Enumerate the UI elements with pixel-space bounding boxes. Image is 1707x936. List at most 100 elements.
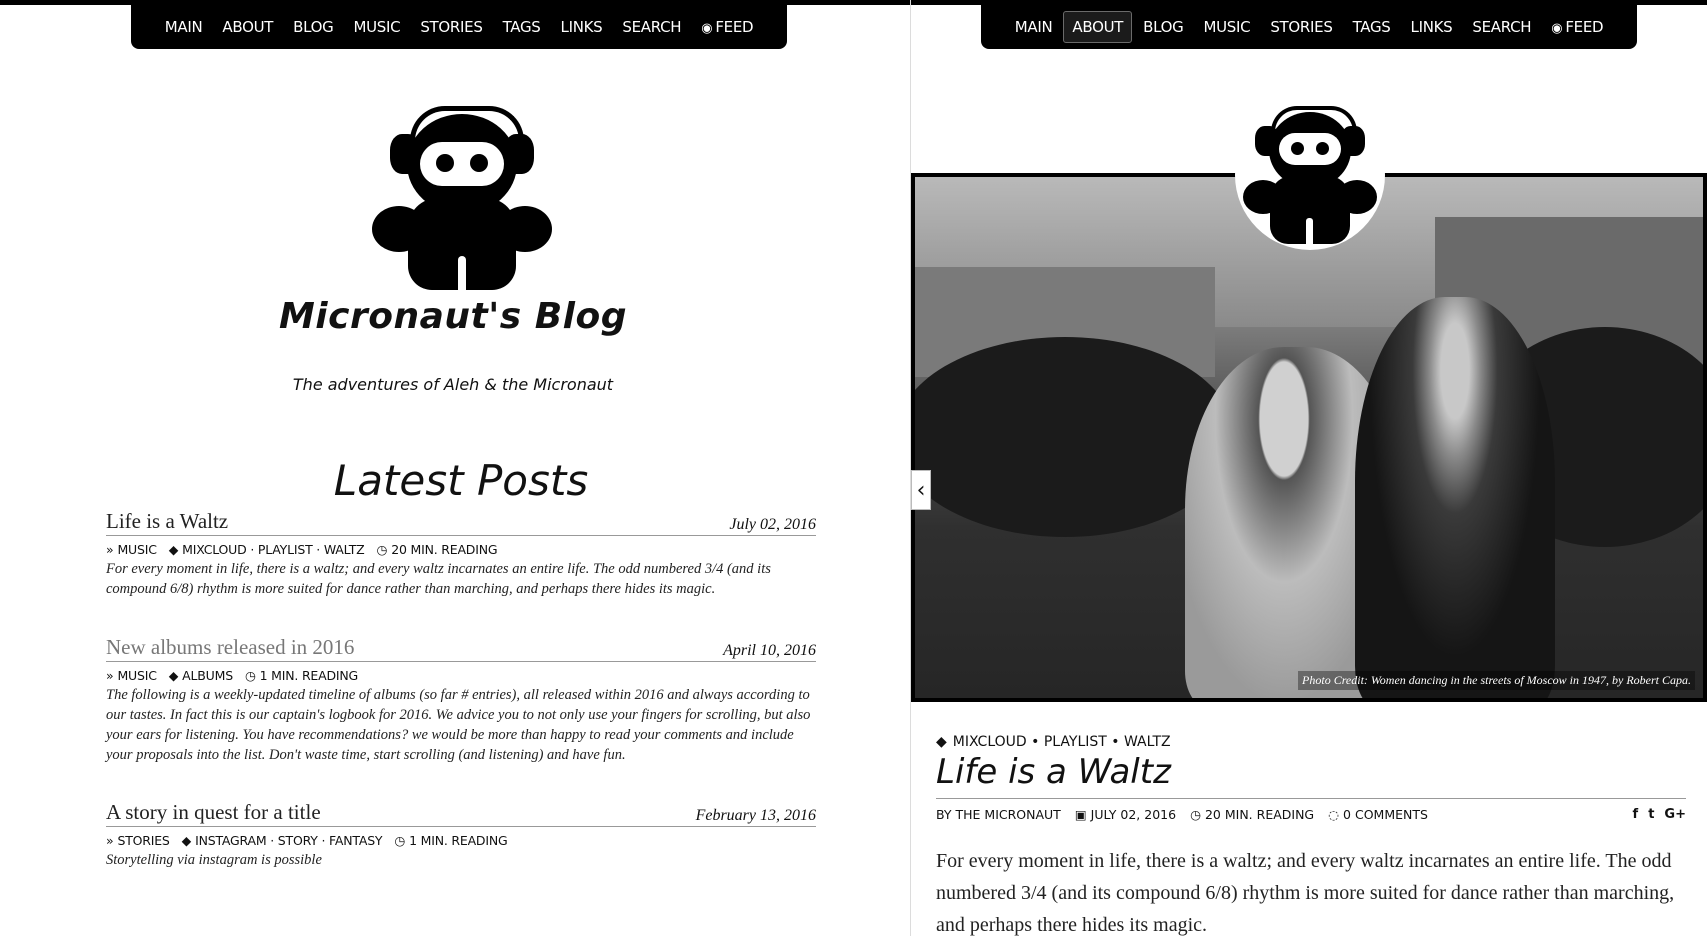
nav-about[interactable]: ABOUT (213, 11, 282, 43)
mascot-eye-right (1316, 142, 1329, 155)
post-title[interactable]: A story in quest for a title (106, 800, 321, 825)
article-tags-label: MIXCLOUD • PLAYLIST • WALTZ (952, 734, 1171, 750)
slider-prev-button[interactable]: ‹ (911, 470, 931, 510)
post-tags[interactable]: ◆ INSTAGRAM · STORY · FANTASY (182, 833, 383, 848)
rss-icon: ◉ (701, 21, 713, 36)
mascot-face (1279, 133, 1341, 165)
tags-icon: ◆ (936, 734, 947, 750)
article-reading-label: 20 MIN. READING (1204, 807, 1315, 822)
post-category-label: MUSIC (117, 668, 157, 683)
article-comments-label: 0 COMMENTS (1343, 807, 1428, 822)
article-title: Life is a Waltz (936, 752, 1171, 792)
main-nav-left: MAIN ABOUT BLOG MUSIC STORIES TAGS LINKS… (131, 5, 787, 49)
mascot-leg-gap (1306, 218, 1313, 244)
clock-icon: ◷ (376, 542, 388, 557)
nav-main[interactable]: MAIN (1006, 11, 1062, 43)
nav-feed-label: FEED (1565, 18, 1604, 36)
nav-links[interactable]: LINKS (1402, 11, 1462, 43)
post-category[interactable]: » STORIES (106, 833, 170, 848)
post-reading-label: 1 MIN. READING (409, 833, 508, 848)
mascot-arm-left (372, 206, 426, 252)
article-comments[interactable]: ◌ 0 COMMENTS (1328, 807, 1428, 822)
blog-title[interactable]: Micronaut's Blog (30, 296, 876, 337)
facebook-share-icon[interactable]: f (1633, 807, 1639, 822)
mascot-arm-left (1243, 180, 1283, 214)
tags-icon: ◆ (181, 833, 192, 848)
mascot-eye-right (470, 154, 488, 172)
post-excerpt: The following is a weekly-updated timeli… (106, 687, 811, 763)
article-date: ▣ JULY 02, 2016 (1075, 807, 1176, 822)
post-tags-label: MIXCLOUD · PLAYLIST · WALTZ (182, 542, 365, 557)
calendar-icon: ▣ (1074, 807, 1087, 822)
double-chevron-right-icon: » (106, 668, 114, 683)
nav-feed[interactable]: ◉ FEED (1542, 11, 1612, 43)
post-reading-label: 1 MIN. READING (259, 668, 359, 683)
twitter-share-icon[interactable]: t (1648, 807, 1654, 822)
nav-search[interactable]: SEARCH (613, 11, 690, 43)
photo-caption: Photo Credit: Women dancing in the stree… (1298, 671, 1695, 690)
clock-icon: ◷ (1190, 807, 1201, 822)
nav-blog[interactable]: BLOG (284, 11, 342, 43)
post-category[interactable]: » MUSIC (106, 668, 157, 683)
post-item: Life is a Waltz July 02, 2016 » MUSIC ◆ MI… (106, 509, 816, 599)
post-item: A story in quest for a title February 13… (106, 800, 816, 870)
hero-photo: Photo Credit: Women dancing in the stree… (911, 173, 1707, 702)
nav-blog[interactable]: BLOG (1134, 11, 1192, 43)
mascot-arm-right (498, 206, 552, 252)
comments-icon: ◌ (1328, 807, 1340, 822)
main-nav-right: MAIN ABOUT BLOG MUSIC STORIES TAGS LINKS… (981, 5, 1637, 49)
post-date: April 10, 2016 (723, 642, 816, 659)
tags-icon: ◆ (168, 542, 179, 557)
clock-icon: ◷ (394, 833, 406, 848)
nav-links[interactable]: LINKS (552, 11, 612, 43)
article-author[interactable]: BY THE MICRONAUT (936, 807, 1061, 822)
post-excerpt: Storytelling via instagram is possible (106, 852, 322, 868)
nav-tags[interactable]: TAGS (1344, 11, 1400, 43)
photo-dancer-right (1355, 297, 1555, 698)
post-title[interactable]: New albums released in 2016 (106, 635, 354, 660)
article-reading-time: ◷ 20 MIN. READING (1190, 807, 1314, 822)
article-tags[interactable]: ◆ MIXCLOUD • PLAYLIST • WALTZ (936, 734, 1171, 750)
nav-stories[interactable]: STORIES (1261, 11, 1341, 43)
nav-tags[interactable]: TAGS (494, 11, 550, 43)
nav-music[interactable]: MUSIC (344, 11, 409, 43)
article-pane: MAIN ABOUT BLOG MUSIC STORIES TAGS LINKS… (911, 0, 1707, 936)
chevron-left-icon: ‹ (916, 477, 926, 503)
mascot-leg-gap (458, 256, 466, 291)
post-reading-label: 20 MIN. READING (391, 542, 498, 557)
nav-music[interactable]: MUSIC (1194, 11, 1259, 43)
mascot-face (420, 142, 504, 186)
blog-tagline: The adventures of Aleh & the Micronaut (292, 375, 614, 394)
post-tags-label: INSTAGRAM · STORY · FANTASY (195, 833, 383, 848)
googleplus-share-icon[interactable]: G+ (1664, 807, 1686, 822)
article-meta: BY THE MICRONAUT ▣ JULY 02, 2016 ◷ 20 MIN.… (936, 798, 1686, 822)
nav-feed-label: FEED (715, 18, 754, 36)
post-reading-time: ◷ 1 MIN. READING (394, 833, 507, 848)
post-date: February 13, 2016 (695, 807, 816, 824)
post-category-label: STORIES (117, 833, 170, 848)
post-tags[interactable]: ◆ MIXCLOUD · PLAYLIST · WALTZ (169, 542, 365, 557)
nav-main[interactable]: MAIN (156, 11, 212, 43)
mascot-eye-left (436, 154, 454, 172)
post-tags-label: ALBUMS (182, 668, 233, 683)
latest-posts-heading: Latest Posts (333, 456, 589, 505)
nav-feed[interactable]: ◉ FEED (692, 11, 762, 43)
post-excerpt: For every moment in life, there is a wal… (106, 561, 771, 597)
micronaut-logo[interactable] (1243, 106, 1377, 244)
article-body: For every moment in life, there is a wal… (936, 850, 1675, 936)
mascot-arm-right (1337, 180, 1377, 214)
tags-icon: ◆ (168, 668, 179, 683)
nav-search[interactable]: SEARCH (1463, 11, 1540, 43)
post-category[interactable]: » MUSIC (106, 542, 157, 557)
rss-icon: ◉ (1551, 21, 1563, 36)
micronaut-logo[interactable] (372, 106, 552, 291)
double-chevron-right-icon: » (106, 542, 114, 557)
nav-about-active[interactable]: ABOUT (1063, 11, 1133, 43)
post-reading-time: ◷ 1 MIN. READING (245, 668, 358, 683)
post-title[interactable]: Life is a Waltz (106, 509, 228, 534)
blog-home-pane: MAIN ABOUT BLOG MUSIC STORIES TAGS LINKS… (0, 0, 910, 936)
nav-stories[interactable]: STORIES (411, 11, 491, 43)
clock-icon: ◷ (244, 668, 256, 683)
post-tags[interactable]: ◆ ALBUMS (169, 668, 233, 683)
post-category-label: MUSIC (117, 542, 157, 557)
